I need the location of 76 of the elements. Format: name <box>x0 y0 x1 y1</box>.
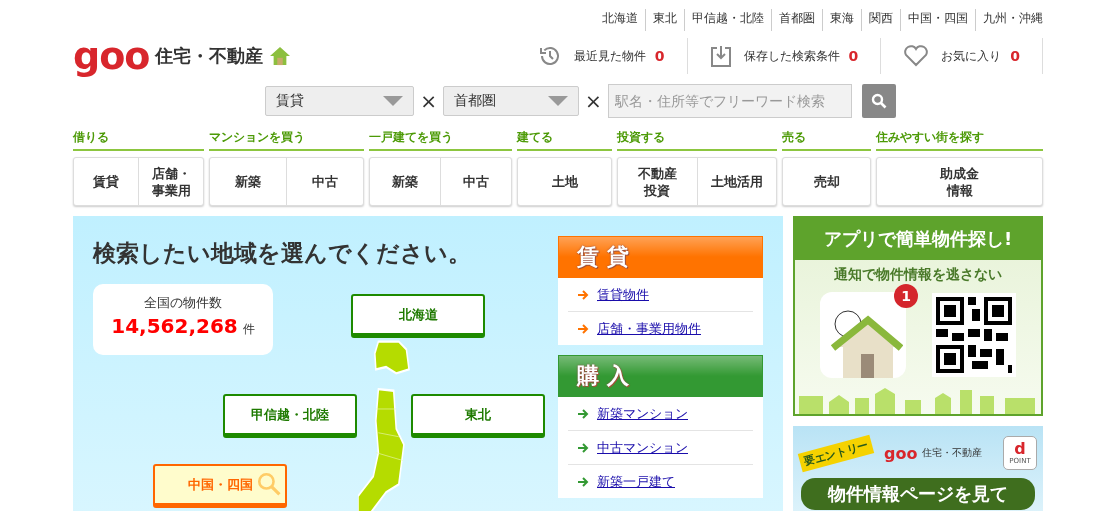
region-link[interactable]: 関西 <box>861 9 900 31</box>
keyword-field[interactable]: 駅名・住所等でフリーワード検索 <box>607 84 852 118</box>
region-link[interactable]: 九州・沖縄 <box>975 9 1043 31</box>
category-link[interactable]: 店舗・事業用物件 <box>597 319 701 338</box>
category-link[interactable]: 賃貸物件 <box>597 285 649 304</box>
house-icon <box>269 46 292 66</box>
nav-heading: 売る <box>782 129 871 151</box>
nav-link[interactable]: 中古 <box>286 158 363 205</box>
point-banner-headline: 物件情報ページを見て <box>801 478 1035 510</box>
region-link[interactable]: 中国・四国 <box>900 9 975 31</box>
nav-link[interactable]: 土地 <box>518 158 611 205</box>
nav-link[interactable]: 新築 <box>210 158 286 205</box>
region-link[interactable]: 甲信越・北陸 <box>684 9 771 31</box>
counter-value: 0 <box>848 48 859 64</box>
nav-link[interactable]: 土地活用 <box>696 158 776 205</box>
counter-value: 0 <box>654 48 665 64</box>
nav-link[interactable]: 中古 <box>440 158 511 205</box>
type-select[interactable]: 賃貸 <box>265 86 415 116</box>
nav-heading: 借りる <box>73 129 204 151</box>
region-link[interactable]: 東海 <box>822 9 861 31</box>
map-heading: 検索したい地域を選んでください。 <box>93 239 471 268</box>
app-banner-subline: 通知で物件情報を逃さない <box>834 266 1002 284</box>
arrow-icon <box>578 408 589 419</box>
nav-heading: 投資する <box>617 129 777 151</box>
category-title: 賃貸 <box>577 243 637 271</box>
nav-heading: 建てる <box>517 129 612 151</box>
clock-icon <box>537 44 562 68</box>
entry-ribbon: 要エントリー <box>797 434 875 472</box>
category-link[interactable]: 新築一戸建て <box>597 472 675 491</box>
nav-link[interactable]: 助成金情報 <box>877 158 1042 205</box>
app-banner-headline: アプリで簡単物件探し! <box>795 218 1041 260</box>
region-link[interactable]: 首都圏 <box>771 9 822 31</box>
arrow-icon <box>578 442 589 453</box>
total-count: 14,562,268 <box>111 314 238 338</box>
arrow-icon <box>578 289 589 300</box>
app-banner[interactable]: アプリで簡単物件探し! 通知で物件情報を逃さない 1 <box>793 216 1043 416</box>
arrow-icon <box>578 323 589 334</box>
nav-link[interactable]: 売却 <box>783 158 870 205</box>
caret-icon <box>383 96 404 106</box>
times-sign: × <box>585 89 602 113</box>
nav-link[interactable]: 店舗・事業用 <box>138 158 203 205</box>
nav-link[interactable]: 新築 <box>370 158 440 205</box>
goo-logo[interactable]: goo <box>73 36 150 76</box>
search-button[interactable] <box>861 84 896 118</box>
total-unit: 件 <box>242 322 255 336</box>
region-button[interactable]: 北海道 <box>351 294 485 338</box>
nav-heading: 住みやすい街を探す <box>876 129 1043 151</box>
times-sign: × <box>420 89 437 113</box>
banner-brand-title: 住宅・不動産 <box>922 446 983 460</box>
category-title: 購入 <box>577 362 637 390</box>
magnifier-icon <box>256 471 282 497</box>
arrow-icon <box>578 476 589 487</box>
site-title: 住宅・不動産 <box>155 44 264 68</box>
counter-link[interactable]: 保存した検索条件 <box>743 47 840 65</box>
nav-heading: マンションを買う <box>209 129 364 151</box>
nav-link[interactable]: 不動産投資 <box>618 158 697 205</box>
counter-value: 0 <box>1010 48 1020 64</box>
region-button[interactable]: 甲信越・北陸 <box>223 394 357 438</box>
caret-icon <box>548 96 568 106</box>
category-link[interactable]: 新築マンション <box>597 404 688 423</box>
total-label: 全国の物件数 <box>143 294 223 312</box>
nav-heading: 一戸建てを買う <box>369 129 512 151</box>
heart-icon <box>903 45 930 67</box>
counter-link[interactable]: 最近見た物件 <box>573 47 646 65</box>
category-link[interactable]: 中古マンション <box>597 438 688 457</box>
notification-badge: 1 <box>894 284 918 308</box>
region-button[interactable]: 東北 <box>411 394 545 438</box>
search-icon <box>870 93 887 109</box>
region-link[interactable]: 北海道 <box>595 9 645 31</box>
goo-logo: goo <box>884 443 918 463</box>
counter-link[interactable]: お気に入り <box>941 47 1002 65</box>
qr-code-icon <box>932 293 1016 377</box>
download-icon <box>709 44 732 68</box>
region-link[interactable]: 東北 <box>645 9 684 31</box>
nav-link[interactable]: 賃貸 <box>74 158 138 205</box>
area-select[interactable]: 首都圏 <box>443 86 579 116</box>
